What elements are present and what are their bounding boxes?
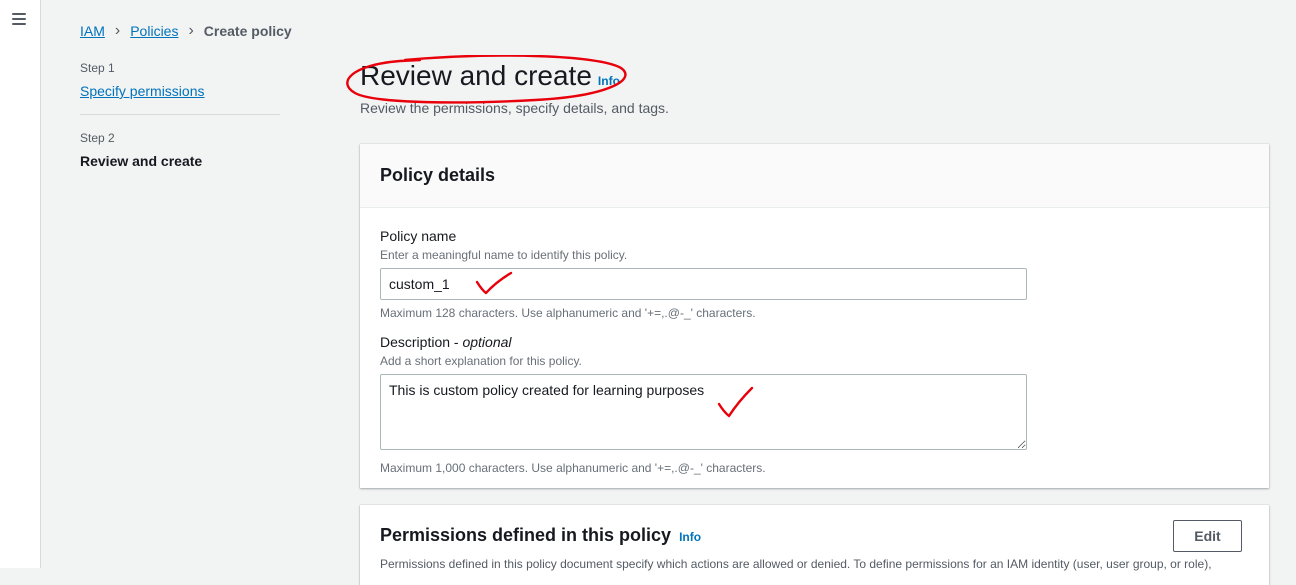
hamburger-menu-icon[interactable] <box>12 13 26 25</box>
chevron-right-icon: › <box>114 22 121 39</box>
policy-name-input[interactable] <box>380 268 1027 300</box>
page-description: Review the permissions, specify details,… <box>360 100 669 116</box>
policy-name-constraint: Maximum 128 characters. Use alphanumeric… <box>380 306 756 320</box>
step-2-caption: Step 2 <box>80 131 115 145</box>
description-constraint: Maximum 1,000 characters. Use alphanumer… <box>380 461 766 475</box>
permissions-header: Permissions defined in this policy Info <box>380 525 701 546</box>
optional-label: optional <box>462 334 512 350</box>
wizard-steps: Step 1 Specify permissions Step 2 Review… <box>80 61 280 169</box>
step-2-label: Review and create <box>80 153 203 169</box>
policy-details-body: Policy name Enter a meaningful name to i… <box>360 208 1269 475</box>
breadcrumb: IAM › Policies › Create policy <box>80 21 292 41</box>
permissions-title: Permissions defined in this policy <box>380 525 672 545</box>
edit-button[interactable]: Edit <box>1173 520 1242 552</box>
page-header: Review and create Info Review the permiss… <box>360 60 669 116</box>
permissions-info-link[interactable]: Info <box>679 530 701 544</box>
permissions-card: Permissions defined in this policy Info E… <box>360 505 1269 585</box>
policy-name-label: Policy name <box>380 228 457 244</box>
step-1-link[interactable]: Specify permissions <box>80 83 280 99</box>
breadcrumb-create-policy: Create policy <box>203 23 292 39</box>
permissions-description: Permissions defined in this policy docum… <box>380 557 1212 571</box>
page-title: Review and create <box>360 60 592 91</box>
breadcrumb-policies[interactable]: Policies <box>130 23 178 39</box>
description-textarea[interactable]: This is custom policy created for learni… <box>380 374 1027 450</box>
breadcrumb-iam[interactable]: IAM <box>80 23 105 39</box>
policy-name-description: Enter a meaningful name to identify this… <box>380 248 628 262</box>
description-label: Description - optional <box>380 334 512 350</box>
chevron-right-icon: › <box>188 22 194 39</box>
description-hint: Add a short explanation for this policy. <box>380 354 582 368</box>
step-1-caption: Step 1 <box>80 61 115 75</box>
policy-details-card: Policy details Policy name Enter a meani… <box>360 144 1269 488</box>
policy-details-header: Policy details <box>360 144 1269 208</box>
left-rail <box>0 0 41 568</box>
info-link[interactable]: Info <box>598 74 620 88</box>
policy-details-title: Policy details <box>380 165 496 185</box>
step-divider <box>80 114 280 115</box>
